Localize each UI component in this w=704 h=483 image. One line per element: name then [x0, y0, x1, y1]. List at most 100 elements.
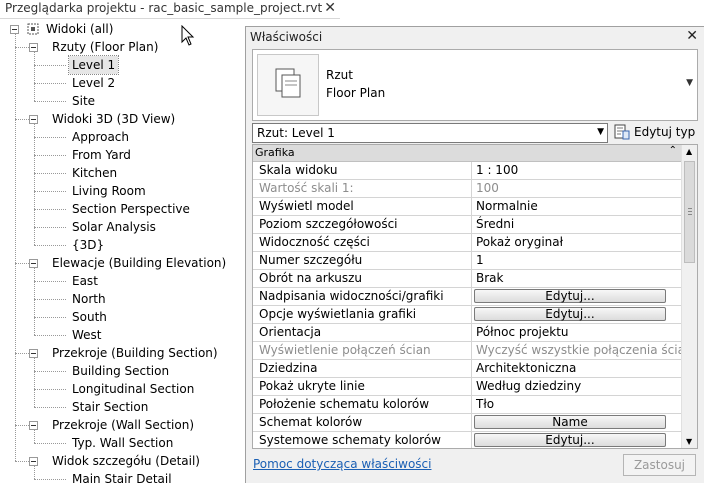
tree-item[interactable]: West	[72, 326, 102, 344]
tree-item[interactable]: Living Room	[72, 182, 146, 200]
property-row[interactable]: Orientacja Północ projektu	[253, 324, 681, 342]
tree-item[interactable]: Level 2	[72, 74, 115, 92]
tree-connector	[34, 479, 66, 480]
tree-item[interactable]: East	[72, 272, 98, 290]
property-edit-button[interactable]: Edytuj...	[474, 433, 666, 447]
tree-expander-icon[interactable]	[29, 43, 38, 52]
properties-help-link[interactable]: Pomoc dotycząca właściwości	[253, 457, 431, 471]
property-row[interactable]: Numer szczegółu 1	[253, 252, 681, 270]
instance-filter-select[interactable]: Rzut: Level 1 ▼	[252, 123, 608, 143]
tree-item[interactable]: Section Perspective	[72, 200, 190, 218]
tree-item[interactable]: Main Stair Detail	[72, 470, 172, 483]
tree-item[interactable]: Site	[72, 92, 95, 110]
tree-item[interactable]: From Yard	[72, 146, 131, 164]
tree-connector	[34, 335, 66, 336]
vertical-scrollbar[interactable]: ▲ ▼	[681, 145, 697, 448]
close-icon[interactable]: ✕	[324, 0, 336, 16]
property-value[interactable]: Północ projektu	[473, 324, 681, 341]
properties-title-bar: Właściwości ✕	[246, 27, 704, 47]
property-value[interactable]: Brak	[473, 270, 681, 287]
property-value[interactable]: Średni	[473, 216, 681, 233]
tree-group[interactable]: Elewacje (Building Elevation)	[52, 254, 226, 272]
property-edit-button[interactable]: Edytuj...	[474, 289, 666, 303]
property-row[interactable]: Skala widoku 1 : 100	[253, 162, 681, 180]
property-row[interactable]: Położenie schematu kolorów Tło	[253, 396, 681, 414]
tree-connector	[34, 227, 66, 228]
tree-connector	[15, 33, 16, 461]
tree-item[interactable]: Approach	[72, 128, 129, 146]
tree-expander-icon[interactable]	[29, 259, 38, 268]
property-row[interactable]: Wartość skali 1: 100	[253, 180, 681, 198]
property-value[interactable]: 1	[473, 252, 681, 269]
tree-item[interactable]: North	[72, 290, 106, 308]
tree-group[interactable]: Przekroje (Building Section)	[52, 344, 218, 362]
scroll-up-icon[interactable]: ▲	[686, 147, 692, 156]
views-root-icon	[27, 23, 39, 35]
tree-group[interactable]: Widok szczegółu (Detail)	[52, 452, 200, 470]
tree-connector	[34, 299, 66, 300]
collapse-icon[interactable]: ⌃	[669, 145, 677, 156]
edit-type-label: Edytuj typ	[634, 125, 696, 139]
property-edit-button[interactable]: Name	[474, 415, 666, 429]
property-row[interactable]: Obrót na arkuszu Brak	[253, 270, 681, 288]
tree-expander-icon[interactable]	[29, 115, 38, 124]
instance-filter-value: Rzut: Level 1	[257, 126, 335, 140]
dropdown-arrow-icon: ▼	[597, 127, 604, 137]
tree-group[interactable]: Widoki 3D (3D View)	[52, 110, 175, 128]
property-name: Systemowe schematy kolorów	[253, 432, 472, 448]
tree-connector	[34, 209, 66, 210]
property-row[interactable]: Wyświetlenie połączeń ścian Wyczyść wszys…	[253, 342, 681, 360]
property-row[interactable]: Opcje wyświetlania grafiki Edytuj...	[253, 306, 681, 324]
tree-item[interactable]: Longitudinal Section	[72, 380, 194, 398]
tree-item[interactable]: Building Section	[72, 362, 169, 380]
property-name: Wyświetl model	[253, 198, 472, 215]
tree-connector	[34, 389, 66, 390]
property-value[interactable]: Według dziedziny	[473, 378, 681, 395]
property-edit-button[interactable]: Edytuj...	[474, 307, 666, 321]
floor-plan-type-icon	[257, 54, 319, 116]
tree-connector	[34, 124, 35, 245]
property-name: Obrót na arkuszu	[253, 270, 472, 287]
type-name: Rzut Floor Plan	[326, 66, 385, 102]
tree-item[interactable]: Typ. Wall Section	[72, 434, 173, 452]
property-row[interactable]: Widoczność części Pokaż oryginał	[253, 234, 681, 252]
property-value[interactable]: Pokaż oryginał	[473, 234, 681, 251]
property-value[interactable]: Architektoniczna	[473, 360, 681, 377]
tree-connector	[34, 371, 66, 372]
tree-root[interactable]: Widoki (all)	[46, 20, 113, 38]
dropdown-arrow-icon[interactable]: ▼	[686, 78, 693, 88]
property-row[interactable]: Schemat kolorów Name	[253, 414, 681, 432]
section-header-graphics[interactable]: Grafika ⌃	[253, 145, 681, 162]
scrollbar-thumb[interactable]	[684, 161, 695, 263]
tree-item[interactable]: Stair Section	[72, 398, 148, 416]
property-name: Schemat kolorów	[253, 414, 472, 431]
property-row[interactable]: Wyświetl model Normalnie	[253, 198, 681, 216]
tree-item[interactable]: {3D}	[72, 236, 104, 254]
property-name: Pokaż ukryte linie	[253, 378, 472, 395]
tree-item[interactable]: South	[72, 308, 107, 326]
tree-item[interactable]: Kitchen	[72, 164, 117, 182]
tree-group[interactable]: Rzuty (Floor Plan)	[52, 38, 158, 56]
property-value[interactable]: Tło	[473, 396, 681, 413]
type-selector[interactable]: Rzut Floor Plan ▼	[252, 49, 698, 121]
property-value[interactable]: 1 : 100	[473, 162, 681, 179]
scroll-down-icon[interactable]: ▼	[686, 437, 692, 446]
tree-item[interactable]: Level 1	[67, 55, 120, 75]
mouse-cursor-icon	[181, 25, 195, 46]
property-name: Skala widoku	[253, 162, 472, 179]
apply-button[interactable]: Zastosuj	[623, 454, 696, 476]
property-row[interactable]: Poziom szczegółowości Średni	[253, 216, 681, 234]
property-row[interactable]: Nadpisania widoczności/grafiki Edytuj...	[253, 288, 681, 306]
property-row[interactable]: Pokaż ukryte linie Według dziedziny	[253, 378, 681, 396]
tree-expander-icon[interactable]	[29, 349, 38, 358]
tree-item[interactable]: Solar Analysis	[72, 218, 156, 236]
close-icon[interactable]: ✕	[686, 28, 698, 44]
property-row[interactable]: Systemowe schematy kolorów Edytuj...	[253, 432, 681, 448]
property-name: Widoczność części	[253, 234, 472, 251]
tree-expander-icon[interactable]	[29, 421, 38, 430]
property-value[interactable]: Normalnie	[473, 198, 681, 215]
tree-expander-icon[interactable]	[29, 457, 38, 466]
property-row[interactable]: Dziedzina Architektoniczna	[253, 360, 681, 378]
property-name: Numer szczegółu	[253, 252, 472, 269]
tree-group[interactable]: Przekroje (Wall Section)	[52, 416, 194, 434]
